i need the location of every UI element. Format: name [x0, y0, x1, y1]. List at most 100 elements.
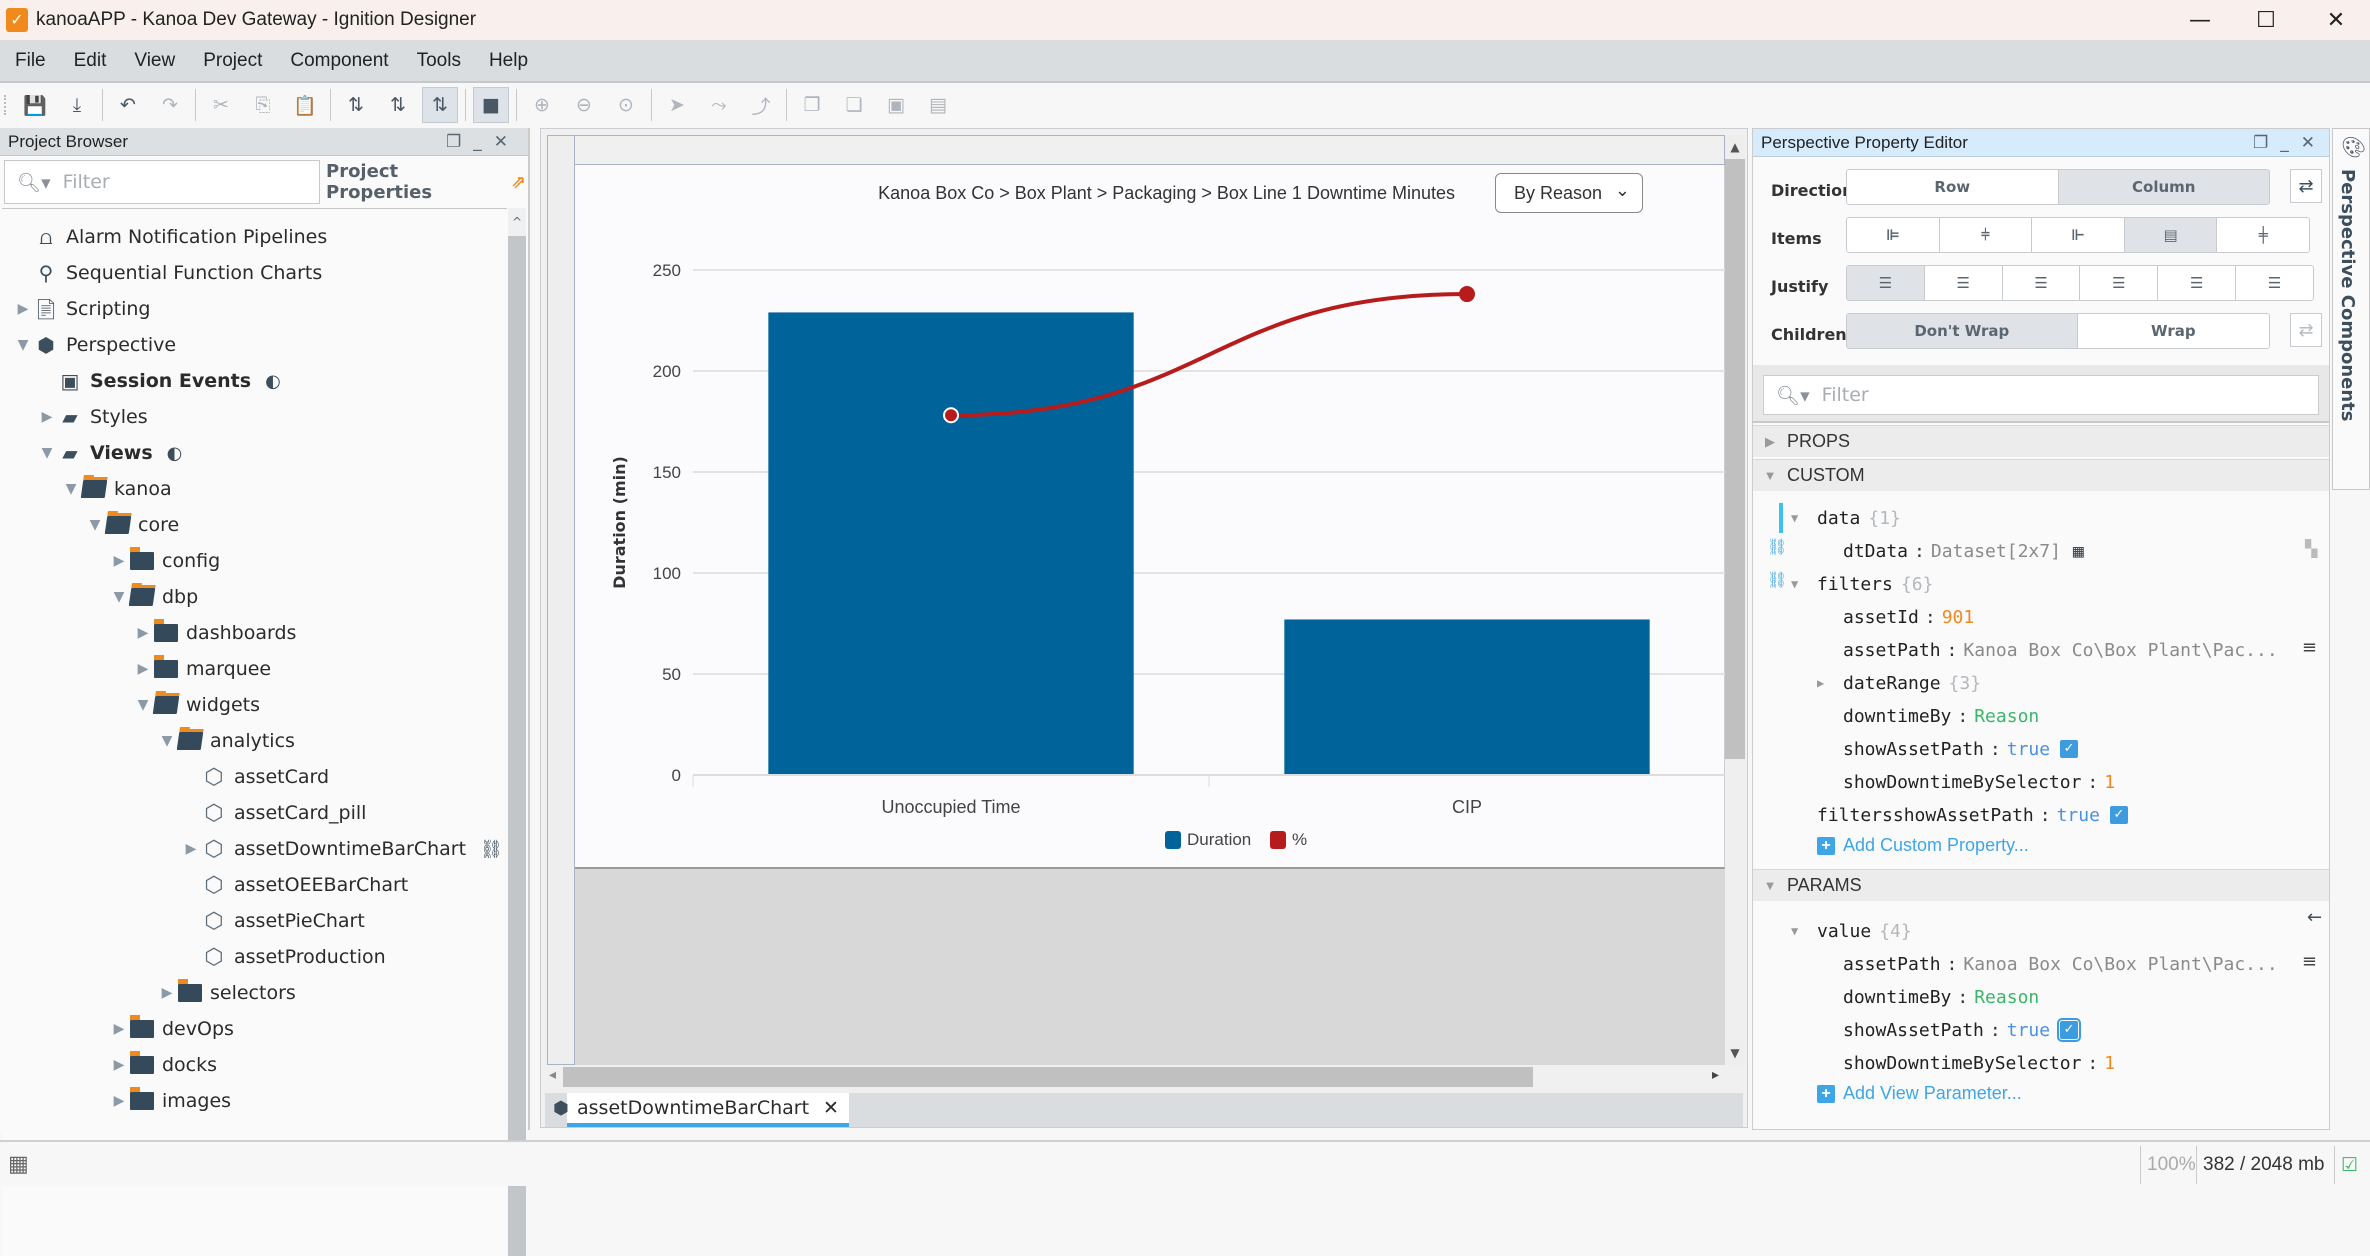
prop-downtimeBy[interactable]: downtimeBy: Reason: [1843, 700, 2039, 732]
menu-view[interactable]: View: [134, 50, 175, 72]
expand-arrow-icon[interactable]: ▶: [110, 1057, 128, 1073]
collapse-arrow-icon[interactable]: ▼: [110, 589, 128, 605]
zoom-fit-button[interactable]: ⊙: [608, 87, 644, 123]
justify-end-button[interactable]: ☰: [2003, 266, 2081, 300]
scroll-down-icon[interactable]: ▼: [1725, 1041, 1745, 1065]
param-downtimeBy[interactable]: downtimeBy: Reason: [1843, 981, 2039, 1013]
expand-arrow-icon[interactable]: ▶: [110, 1093, 128, 1109]
tree-item[interactable]: ▼ ▰ Views ◐: [38, 435, 183, 471]
scroll-up-icon[interactable]: ^: [508, 208, 526, 236]
tree-item[interactable]: ▣ Session Events ◐: [38, 363, 281, 399]
menu-file[interactable]: File: [15, 50, 46, 72]
collapse-arrow-icon[interactable]: ▼: [134, 697, 152, 713]
text-editor-icon[interactable]: ≡: [2302, 951, 2317, 972]
design-mode-button[interactable]: ⇅: [422, 87, 458, 123]
zoom-in-button[interactable]: ⊕: [524, 87, 560, 123]
expand-arrow-icon[interactable]: ▶: [38, 409, 56, 425]
tree-item[interactable]: ▶ marquee: [134, 651, 271, 687]
menu-edit[interactable]: Edit: [74, 50, 107, 72]
maximize-button[interactable]: ☐: [2236, 0, 2296, 40]
menu-tools[interactable]: Tools: [417, 50, 461, 72]
dont-wrap-button[interactable]: Don't Wrap: [1847, 314, 2078, 348]
float-panel-icon[interactable]: ❐: [2253, 133, 2268, 153]
swap-wrap-button[interactable]: ⇄: [2290, 313, 2322, 347]
pointer-button[interactable]: ➤: [659, 87, 695, 123]
canvas-vertical-scrollbar[interactable]: ▲ ▼: [1725, 135, 1745, 1065]
tree-item[interactable]: ▼ core: [86, 507, 180, 543]
preview-mode-button[interactable]: ⇅: [380, 87, 416, 123]
collapse-arrow-icon[interactable]: ▼: [38, 445, 56, 461]
prop-dtData[interactable]: dtData: Dataset[2x7] ▦: [1843, 535, 2084, 567]
param-showDowntimeBySelector[interactable]: showDowntimeBySelector: 1: [1843, 1047, 2115, 1079]
prop-showAssetPath[interactable]: showAssetPath: true ✓: [1843, 733, 2079, 765]
close-panel-icon[interactable]: ✕: [2301, 133, 2315, 153]
tree-item[interactable]: ▶ 📄︎ Scripting: [14, 291, 151, 327]
float-panel-icon[interactable]: ❐: [446, 132, 461, 152]
add-custom-property-button[interactable]: + Add Custom Property...: [1817, 835, 2029, 856]
param-value[interactable]: ▼ value {4}: [1791, 915, 1912, 947]
redo-button[interactable]: ↷: [152, 87, 188, 123]
zoom-out-button[interactable]: ⊖: [566, 87, 602, 123]
align-baseline-button[interactable]: ╪: [2217, 218, 2309, 252]
expand-arrow-icon[interactable]: ▶: [182, 841, 200, 857]
direction-column-button[interactable]: Column: [2058, 170, 2269, 204]
scroll-up-icon[interactable]: ▲: [1725, 135, 1745, 159]
scroll-right-icon[interactable]: ▸: [1712, 1067, 1719, 1083]
tree-item[interactable]: ▼ kanoa: [62, 471, 172, 507]
tree-item[interactable]: ⬡ assetProduction: [182, 939, 385, 975]
vscroll-thumb[interactable]: [1725, 159, 1745, 759]
binding-off-button[interactable]: ⇅: [338, 87, 374, 123]
tab-assetDowntimeBarChart[interactable]: assetDowntimeBarChart ✕: [567, 1093, 849, 1127]
param-showAssetPath[interactable]: showAssetPath: true ✓: [1843, 1014, 2082, 1046]
collapse-arrow-icon[interactable]: ▼: [14, 337, 32, 353]
expand-arrow-icon[interactable]: ▶: [14, 301, 32, 317]
param-assetPath[interactable]: assetPath: Kanoa Box Co\Box Plant\Pac...: [1843, 948, 2278, 980]
justify-around-button[interactable]: ☰: [2158, 266, 2237, 300]
project-filter-input[interactable]: 🔍︎▾ Filter: [4, 160, 320, 204]
justify-center-button[interactable]: ☰: [1925, 266, 2003, 300]
menu-project[interactable]: Project: [203, 50, 262, 72]
paste-button[interactable]: 📋: [287, 87, 323, 123]
prop-dateRange[interactable]: ▶ dateRange {3}: [1817, 667, 1981, 699]
tree-item[interactable]: ⬡ assetCard_pill: [182, 795, 366, 831]
bring-front-button[interactable]: ❐: [794, 87, 830, 123]
close-tab-icon[interactable]: ✕: [823, 1097, 839, 1119]
copy-button[interactable]: ⎘: [245, 87, 281, 123]
send-back-button[interactable]: ❏: [836, 87, 872, 123]
connect-button[interactable]: ⤳: [701, 87, 737, 123]
hscroll-thumb[interactable]: [563, 1067, 1533, 1087]
collapse-arrow-icon[interactable]: ▼: [158, 733, 176, 749]
justify-evenly-button[interactable]: ☰: [2236, 266, 2313, 300]
minimize-panel-icon[interactable]: _: [473, 132, 482, 152]
tree-item[interactable]: ▶ images: [110, 1083, 231, 1119]
checkbox-checked[interactable]: ✓: [2109, 806, 2128, 824]
add-view-parameter-button[interactable]: + Add View Parameter...: [1817, 1083, 2022, 1104]
stop-button[interactable]: ■: [473, 87, 509, 123]
prop-showDowntimeBySelector[interactable]: showDowntimeBySelector: 1: [1843, 766, 2115, 798]
cut-button[interactable]: ✂: [203, 87, 239, 123]
wrap-button[interactable]: Wrap: [2078, 314, 2269, 348]
tree-item[interactable]: ▶ devOps: [110, 1011, 234, 1047]
expand-arrow-icon[interactable]: ▶: [134, 625, 152, 641]
checkbox-checked[interactable]: ✓: [2057, 1018, 2082, 1042]
layer-down-button[interactable]: ▤: [920, 87, 956, 123]
tree-item[interactable]: ▶ ⬡ assetDowntimeBarChart ⛓: [182, 831, 503, 867]
menu-component[interactable]: Component: [290, 50, 388, 72]
align-end-button[interactable]: ⊩: [2032, 218, 2125, 252]
grid-layout-icon[interactable]: ▦: [8, 1152, 29, 1177]
tree-scrollbar[interactable]: ^: [508, 208, 526, 1256]
tree-item[interactable]: ▼ dbp: [110, 579, 199, 615]
canvas-horizontal-scrollbar[interactable]: ◂ ▸: [547, 1065, 1725, 1089]
copy-binding-icon[interactable]: ▚: [2305, 539, 2317, 558]
tree-item[interactable]: ⬡ assetCard: [182, 759, 329, 795]
tree-item[interactable]: ▶ dashboards: [134, 615, 296, 651]
direction-row-button[interactable]: Row: [1847, 170, 2059, 204]
tree-item[interactable]: ▼ ⬢ Perspective: [14, 327, 176, 363]
tree-item[interactable]: ⬡ assetPieChart: [182, 903, 364, 939]
route-button[interactable]: ⤴: [743, 87, 779, 123]
prop-assetPath[interactable]: assetPath: Kanoa Box Co\Box Plant\Pac...: [1843, 634, 2278, 666]
tree-item[interactable]: ⚲ Sequential Function Charts: [14, 255, 323, 291]
tree-item[interactable]: ▶ config: [110, 543, 220, 579]
view-area[interactable]: Kanoa Box Co > Box Plant > Packaging > B…: [575, 165, 1725, 869]
expand-arrow-icon[interactable]: ▶: [110, 553, 128, 569]
